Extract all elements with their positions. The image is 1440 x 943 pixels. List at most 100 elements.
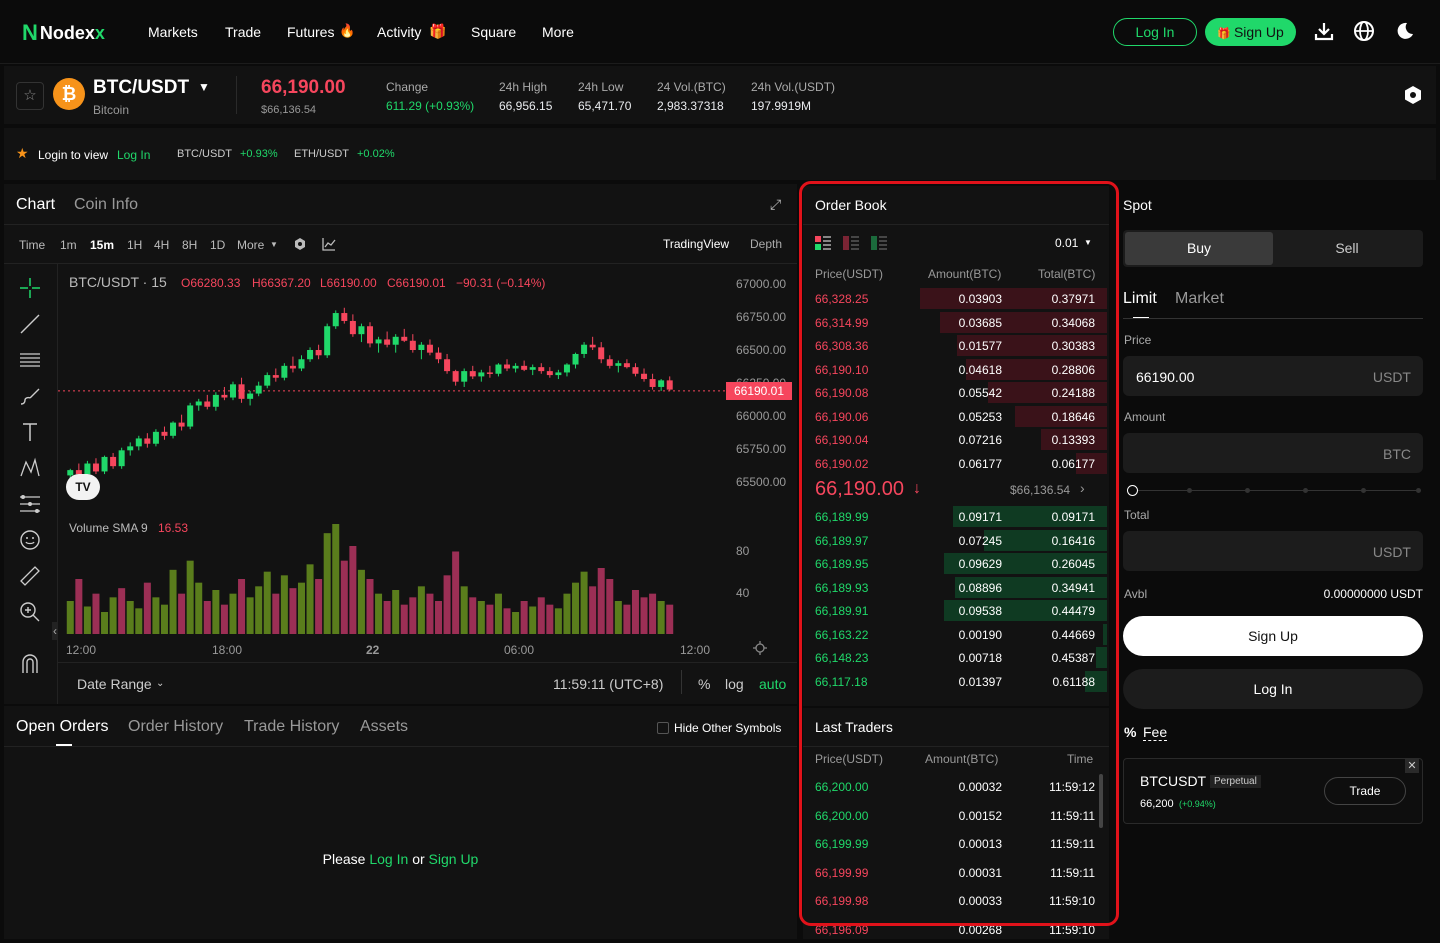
magnet-icon[interactable] (18, 652, 42, 676)
nav-futures[interactable]: Futures (287, 24, 334, 40)
slider-step[interactable] (1361, 488, 1366, 493)
book-bids-icon[interactable] (871, 236, 887, 250)
empty-login-link[interactable]: Log In (369, 851, 408, 867)
scrollbar[interactable] (1099, 774, 1103, 828)
settings-hex-icon[interactable] (1403, 85, 1423, 105)
ob-row[interactable]: 66,189.97 0.07245 0.16416 (803, 529, 1109, 552)
percent-toggle[interactable]: % (698, 676, 710, 692)
chart-settings-icon[interactable] (753, 641, 767, 655)
tab-order-history[interactable]: Order History (128, 718, 223, 736)
fib-icon[interactable] (18, 492, 42, 516)
tf-4h[interactable]: 4H (154, 238, 169, 252)
tab-coin-info[interactable]: Coin Info (74, 196, 138, 214)
indicator-icon[interactable] (322, 237, 336, 251)
nav-markets[interactable]: Markets (148, 24, 198, 40)
brush-icon[interactable] (18, 384, 42, 408)
ob-row[interactable]: 66,190.06 0.05253 0.18646 (803, 405, 1109, 428)
ob-row[interactable]: 66,190.10 0.04618 0.28806 (803, 358, 1109, 381)
close-icon[interactable]: ✕ (1405, 759, 1419, 773)
trend-line-icon[interactable] (18, 312, 42, 336)
hide-symbols-label[interactable]: Hide Other Symbols (674, 721, 781, 735)
slider-handle[interactable] (1127, 485, 1138, 496)
amount-input[interactable]: BTC (1123, 433, 1423, 473)
tf-time[interactable]: Time (19, 238, 45, 252)
tab-open-orders[interactable]: Open Orders (16, 718, 108, 736)
login-button[interactable]: Log In (1113, 18, 1197, 46)
precision-select[interactable]: 0.01 (1055, 236, 1078, 250)
fav-pair-btc[interactable]: BTC/USDT (177, 148, 232, 160)
tf-more[interactable]: More (237, 238, 264, 252)
ob-row[interactable]: 66,189.99 0.09171 0.09171 (803, 505, 1109, 528)
tab-limit[interactable]: Limit (1123, 290, 1157, 308)
ob-row[interactable]: 66,190.04 0.07216 0.13393 (803, 428, 1109, 451)
ob-row[interactable]: 66,308.36 0.01577 0.30383 (803, 334, 1109, 357)
sell-tab[interactable]: Sell (1273, 232, 1421, 265)
ob-row[interactable]: 66,117.18 0.01397 0.61188 (803, 670, 1109, 693)
nav-more[interactable]: More (542, 24, 574, 40)
total-input[interactable]: USDT (1123, 531, 1423, 571)
crosshair-icon[interactable] (18, 276, 42, 300)
globe-icon[interactable] (1353, 20, 1375, 42)
slider-step[interactable] (1187, 488, 1192, 493)
view-depth[interactable]: Depth (750, 237, 782, 251)
nav-trade[interactable]: Trade (225, 24, 261, 40)
emoji-icon[interactable] (18, 528, 42, 552)
ob-row[interactable]: 66,190.08 0.05542 0.24188 (803, 381, 1109, 404)
tf-1m[interactable]: 1m (60, 238, 77, 252)
ob-row[interactable]: 66,190.02 0.06177 0.06177 (803, 452, 1109, 475)
tf-15m[interactable]: 15m (90, 238, 114, 252)
slider-step[interactable] (1303, 488, 1308, 493)
auto-toggle[interactable]: auto (759, 676, 786, 692)
slider-step[interactable] (1416, 488, 1421, 493)
pair-dropdown-icon[interactable]: ▼ (198, 80, 210, 94)
download-icon[interactable] (1313, 20, 1335, 42)
ob-row[interactable]: 66,189.91 0.09538 0.44479 (803, 599, 1109, 622)
spot-login-button[interactable]: Log In (1123, 669, 1423, 709)
nav-activity[interactable]: Activity (377, 24, 421, 40)
price-input[interactable]: 66190.00 USDT (1123, 356, 1423, 396)
tab-market[interactable]: Market (1175, 290, 1224, 308)
book-both-icon[interactable] (815, 236, 831, 250)
spot-signup-button[interactable]: Sign Up (1123, 616, 1423, 656)
ob-row[interactable]: 66,148.23 0.00718 0.45387 (803, 646, 1109, 669)
login-link[interactable]: Log In (117, 148, 150, 162)
ob-row[interactable]: 66,189.93 0.08896 0.34941 (803, 576, 1109, 599)
amount-slider[interactable] (1127, 485, 1421, 497)
tf-1d[interactable]: 1D (210, 238, 225, 252)
hide-symbols-checkbox[interactable] (657, 722, 669, 734)
ob-row[interactable]: 66,189.95 0.09629 0.26045 (803, 552, 1109, 575)
promo-trade-button[interactable]: Trade (1324, 777, 1406, 805)
horizontal-lines-icon[interactable] (18, 348, 42, 372)
view-tradingview[interactable]: TradingView (663, 237, 729, 251)
tab-chart[interactable]: Chart (16, 196, 55, 214)
tab-assets[interactable]: Assets (360, 718, 408, 736)
expand-icon[interactable]: ⤢ (770, 196, 781, 213)
chevron-right-icon[interactable]: › (1080, 480, 1085, 496)
date-range-button[interactable]: Date Range (77, 676, 152, 692)
settings-icon[interactable] (293, 237, 307, 251)
tf-8h[interactable]: 8H (182, 238, 197, 252)
ob-row[interactable]: 66,163.22 0.00190 0.44669 (803, 623, 1109, 646)
ob-row[interactable]: 66,314.99 0.03685 0.34068 (803, 311, 1109, 334)
favorite-star-icon[interactable]: ☆ (16, 82, 44, 110)
fav-pair-eth[interactable]: ETH/USDT (294, 148, 349, 160)
ruler-icon[interactable] (18, 564, 42, 588)
logo[interactable]: N Nodex x (22, 20, 105, 46)
pattern-icon[interactable] (18, 456, 42, 480)
nav-square[interactable]: Square (471, 24, 516, 40)
text-icon[interactable] (18, 420, 42, 444)
tf-1h[interactable]: 1H (127, 238, 142, 252)
fee-link[interactable]: Fee (1143, 724, 1168, 741)
pair-title[interactable]: BTC/USDT (93, 77, 189, 99)
ob-row[interactable]: 66,328.25 0.03903 0.37971 (803, 287, 1109, 310)
moon-icon[interactable] (1393, 20, 1415, 42)
buy-tab[interactable]: Buy (1125, 232, 1273, 265)
zoom-in-icon[interactable] (18, 600, 42, 624)
tab-trade-history[interactable]: Trade History (244, 718, 339, 736)
price-chart[interactable]: 67000.0066750.0066500.0066250.0066000.00… (58, 264, 797, 654)
slider-step[interactable] (1245, 488, 1250, 493)
signup-button[interactable]: 🎁 Sign Up (1205, 18, 1296, 46)
log-toggle[interactable]: log (725, 676, 744, 692)
book-asks-icon[interactable] (843, 236, 859, 250)
empty-signup-link[interactable]: Sign Up (429, 851, 479, 867)
